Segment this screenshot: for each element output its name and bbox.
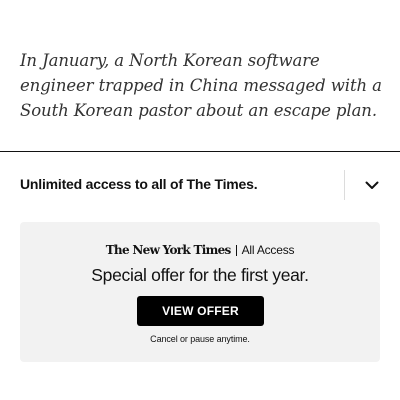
subscription-message: Unlimited access to all of The Times. [20, 176, 258, 192]
brand-separator [235, 244, 237, 256]
offer-headline: Special offer for the first year. [91, 265, 309, 285]
brand-line: The New York Times All Access [20, 243, 380, 257]
expand-offer-button[interactable] [360, 174, 384, 196]
nyt-logo: The New York Times [105, 243, 232, 257]
brand-product-name: All Access [241, 243, 295, 257]
subscription-bar: Unlimited access to all of The Times. [0, 152, 400, 216]
article-lede: In January, a North Korean software engi… [20, 51, 382, 120]
view-offer-button[interactable]: VIEW OFFER [137, 296, 264, 326]
subscription-bar-separator [344, 170, 345, 200]
chevron-down-icon [365, 181, 379, 189]
offer-card: The New York Times All Access Special of… [20, 222, 380, 362]
offer-fine-print: Cancel or pause anytime. [150, 334, 250, 344]
